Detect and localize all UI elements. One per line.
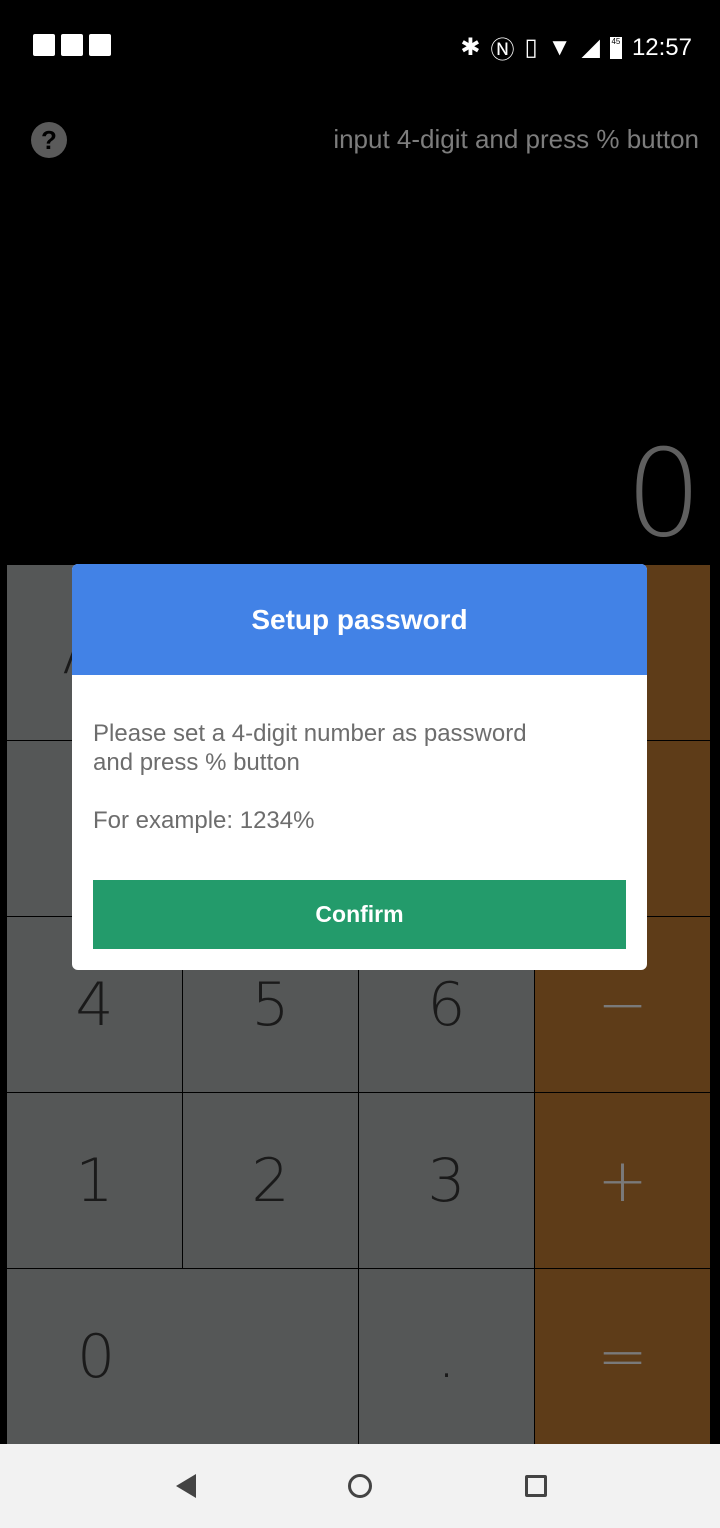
image-icon [89, 34, 111, 56]
wifi-icon: ▼ [547, 33, 572, 61]
vibrate-icon: ▯ [524, 34, 538, 61]
dialog-message: Please set a 4-digit number as password … [93, 720, 527, 776]
confirm-button[interactable]: Confirm [93, 880, 626, 949]
recents-icon[interactable] [525, 1475, 547, 1497]
key-0[interactable]: 0 [7, 1269, 358, 1444]
status-bar: ✱ Ⓝ ▯ ▼ ◢ 45 12:57 [0, 0, 720, 90]
news-icon [33, 34, 55, 56]
help-button[interactable]: ? [31, 122, 67, 158]
clock: 12:57 [631, 33, 692, 61]
key-2[interactable]: 2 [183, 1093, 358, 1268]
dialog-title: Setup password [72, 564, 647, 675]
home-icon[interactable] [348, 1474, 372, 1498]
key-1[interactable]: 1 [7, 1093, 182, 1268]
hint-text: input 4-digit and press % button [333, 124, 699, 154]
nfc-icon: Ⓝ [490, 37, 515, 64]
calculator-display: 0 [625, 425, 702, 564]
signal-icon: ◢ [581, 34, 600, 61]
gmail-icon [61, 34, 83, 56]
key-3[interactable]: 3 [359, 1093, 534, 1268]
navigation-bar [0, 1444, 720, 1528]
battery-icon: 45 [609, 36, 622, 59]
dialog-example: For example: 1234% [93, 807, 315, 834]
setup-password-dialog: Setup password Please set a 4-digit numb… [72, 564, 647, 970]
key-dot[interactable]: . [359, 1269, 534, 1444]
back-icon[interactable] [176, 1474, 196, 1498]
bluetooth-icon: ✱ [460, 34, 481, 61]
key-equals[interactable]: = [535, 1269, 710, 1444]
key-plus[interactable]: + [535, 1093, 710, 1268]
